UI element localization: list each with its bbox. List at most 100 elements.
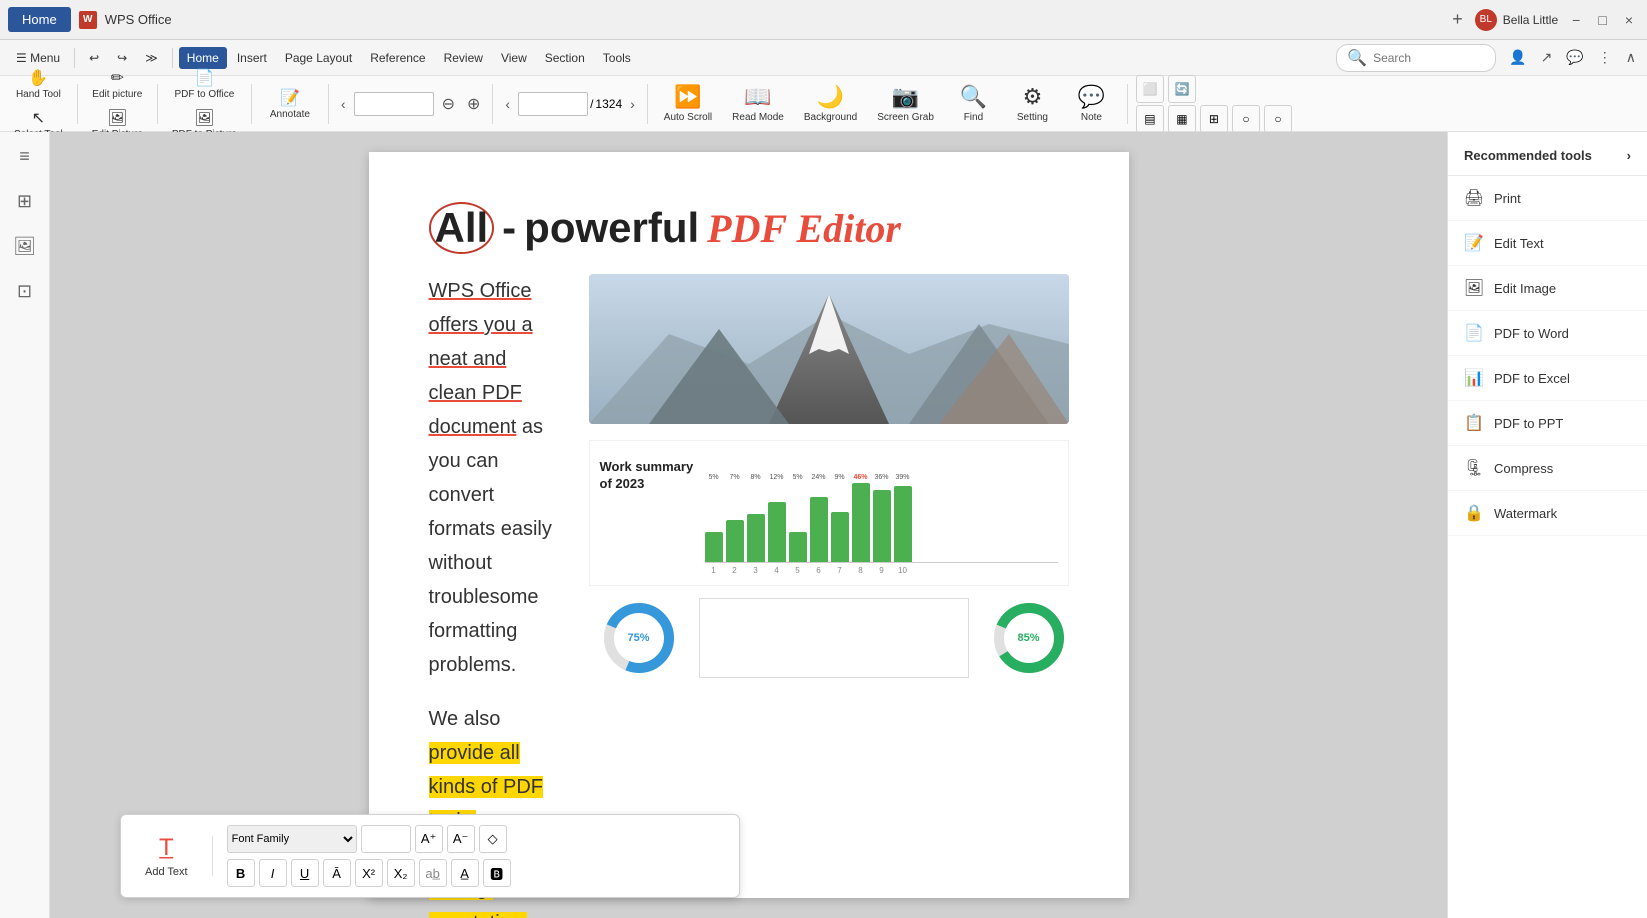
edit-image-icon: 🖼 — [1464, 278, 1484, 298]
panel-item-compress[interactable]: 🗜 Compress — [1448, 446, 1647, 491]
prev-page-button[interactable]: ‹ — [337, 94, 350, 114]
panel-item-edit-text[interactable]: 📝 Edit Text — [1448, 221, 1647, 266]
view1-button[interactable]: ▤ — [1136, 105, 1164, 133]
view3-button[interactable]: ⊞ — [1200, 105, 1228, 133]
edit-picture-label: Edit picture — [92, 89, 142, 100]
auto-scroll-label: Auto Scroll — [664, 112, 712, 123]
sidebar-layers-icon[interactable]: ⊡ — [11, 275, 38, 308]
underline-button[interactable]: U — [291, 859, 319, 887]
user-area: BL Bella Little — [1475, 9, 1558, 31]
page-next-button[interactable]: › — [626, 94, 639, 114]
hand-tool-button[interactable]: ✋ Hand Tool — [8, 65, 69, 103]
view2-button[interactable]: ▦ — [1168, 105, 1196, 133]
toolbar-sep-2 — [157, 84, 158, 124]
sidebar-image-icon[interactable]: 🖼 — [7, 230, 42, 263]
panel-expand-icon[interactable]: › — [1627, 148, 1631, 163]
read-mode-button[interactable]: 📖 Read Mode — [724, 80, 792, 127]
fit-page-button[interactable]: ⬜ — [1136, 75, 1164, 103]
annotate-label: Annotate — [270, 109, 310, 120]
superscript-button[interactable]: X² — [355, 859, 383, 887]
annotate-button[interactable]: 📝 Annotate — [260, 85, 320, 123]
add-text-label: Add Text — [145, 866, 188, 878]
note-button[interactable]: 💬 Note — [1064, 80, 1119, 127]
font-size-increase-button[interactable]: A⁺ — [415, 825, 443, 853]
background-button[interactable]: 🌙 Background — [796, 80, 865, 127]
panel-item-pdf-to-ppt[interactable]: 📋 PDF to PPT — [1448, 401, 1647, 446]
tab-page-layout[interactable]: Page Layout — [277, 47, 360, 69]
x-label-3: 3 — [747, 566, 765, 575]
zoom-input[interactable]: 1250.12% — [354, 92, 434, 116]
view4-button[interactable]: ○ — [1232, 105, 1260, 133]
tab-reference[interactable]: Reference — [362, 47, 433, 69]
minimize-button[interactable]: − — [1566, 10, 1586, 30]
pdf-to-office-button[interactable]: 📄 PDF to Office — [166, 65, 243, 103]
clear-format-button[interactable]: ◇ — [479, 825, 507, 853]
title-controls: − □ × — [1566, 10, 1639, 30]
panel-item-pdf-to-word[interactable]: 📄 PDF to Word — [1448, 311, 1647, 356]
tool-group-3: 📄 PDF to Office 🖼 PDF to Picture — [166, 65, 243, 143]
find-button[interactable]: 🔍 Find — [946, 80, 1001, 127]
add-tab-button[interactable]: + — [1448, 9, 1467, 30]
setting-button[interactable]: ⚙ Setting — [1005, 80, 1060, 127]
tab-tools[interactable]: Tools — [595, 47, 639, 69]
compress-icon: 🗜 — [1464, 458, 1484, 478]
pdf-pic-icon: 🖼 — [194, 108, 214, 128]
close-button[interactable]: × — [1619, 10, 1639, 30]
font-size-decrease-button[interactable]: A⁻ — [447, 825, 475, 853]
panel-item-watermark[interactable]: 🔒 Watermark — [1448, 491, 1647, 536]
x-label-4: 4 — [768, 566, 786, 575]
maximize-button[interactable]: □ — [1592, 10, 1612, 30]
auto-scroll-button[interactable]: ⏩ Auto Scroll — [656, 80, 720, 127]
highlight-color-button[interactable]: ab̲ — [419, 859, 447, 887]
tool-group-1: ✋ Hand Tool ↖ Select Tool — [8, 65, 69, 143]
italic-button[interactable]: I — [259, 859, 287, 887]
title-powerful: powerful — [524, 204, 699, 252]
home-tab-button[interactable]: Home — [8, 7, 71, 32]
comment-icon[interactable]: 💬 — [1563, 46, 1586, 69]
tool-group-4: 📝 Annotate — [260, 85, 320, 123]
font-family-select[interactable]: Font Family — [227, 825, 357, 853]
zoom-out-button[interactable]: ⊖ — [438, 92, 459, 116]
bar-7 — [831, 512, 849, 562]
text-bg-button[interactable]: 🅱 — [483, 859, 511, 887]
bar-chart-container: Work summary of 2023 5% 7% 8% 12% 5% 24% — [589, 440, 1069, 586]
title-cursive: PDF Editor — [707, 205, 901, 252]
para1-underlined: WPS Office offers you a neat andclean PD… — [429, 280, 533, 438]
export-icon[interactable]: ↗ — [1538, 46, 1556, 69]
screen-grab-button[interactable]: 📷 Screen Grab — [869, 80, 942, 127]
read-mode-icon: 📖 — [744, 84, 771, 110]
strikethrough-button[interactable]: Ā — [323, 859, 351, 887]
chart-layout: Work summary of 2023 5% 7% 8% 12% 5% 24% — [600, 451, 1058, 575]
tab-review[interactable]: Review — [436, 47, 491, 69]
sidebar-menu-icon[interactable]: ≡ — [13, 140, 36, 173]
pct-8: 46% — [852, 474, 870, 481]
expand-icon[interactable]: ∧ — [1623, 46, 1639, 69]
sidebar-thumbnail-icon[interactable]: ⊞ — [11, 185, 38, 218]
more-options-icon[interactable]: ⋮ — [1595, 46, 1615, 69]
pct-1: 5% — [705, 474, 723, 481]
zoom-in-button[interactable]: ⊕ — [463, 92, 484, 116]
font-color-button[interactable]: A̲ — [451, 859, 479, 887]
search-input[interactable] — [1373, 51, 1485, 65]
edit-picture-button[interactable]: ✏ Edit picture — [86, 65, 149, 103]
rotate-button[interactable]: 🔄 — [1168, 75, 1196, 103]
panel-item-print[interactable]: 🖨 Print — [1448, 176, 1647, 221]
tab-section[interactable]: Section — [537, 47, 593, 69]
share-icon[interactable]: 👤 — [1506, 46, 1529, 69]
toolbar-sep-4 — [328, 84, 329, 124]
view5-button[interactable]: ○ — [1264, 105, 1292, 133]
toolbar-divider — [212, 836, 213, 876]
app-icon: W — [79, 11, 97, 29]
tab-view[interactable]: View — [493, 47, 535, 69]
subscript-button[interactable]: X₂ — [387, 859, 415, 887]
mountain-image — [589, 274, 1069, 424]
font-size-input[interactable]: 12 — [361, 825, 411, 853]
find-label: Find — [964, 112, 983, 123]
add-text-button[interactable]: T̲ Add Text — [135, 830, 198, 882]
page-prev-button[interactable]: ‹ — [501, 94, 514, 114]
panel-item-pdf-to-excel[interactable]: 📊 PDF to Excel — [1448, 356, 1647, 401]
panel-item-edit-image[interactable]: 🖼 Edit Image — [1448, 266, 1647, 311]
bold-button[interactable]: B — [227, 859, 255, 887]
bar-8 — [852, 483, 870, 562]
page-number-input[interactable]: 1210 — [518, 92, 588, 116]
